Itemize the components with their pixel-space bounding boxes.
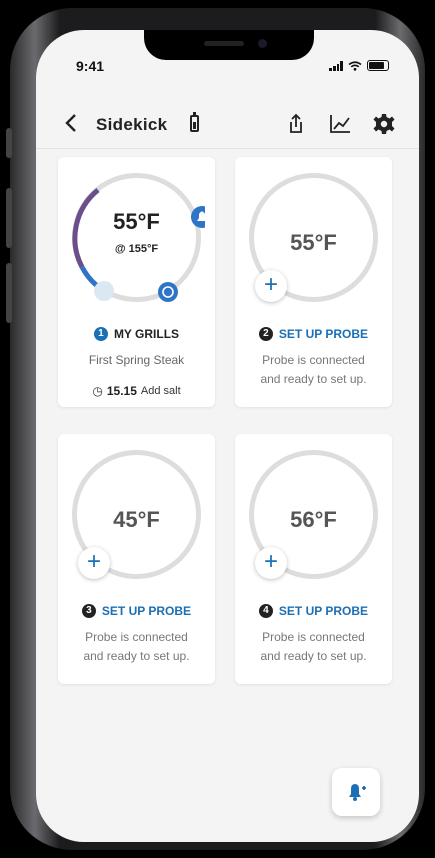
volume-down-button — [6, 263, 12, 323]
timer-note: Add salt — [140, 385, 181, 397]
timer-value: 15.15 — [106, 384, 137, 398]
probe-title-2: 2 SET UP PROBE — [235, 327, 392, 341]
set-up-probe-link[interactable]: SET UP PROBE — [102, 604, 191, 618]
description-line: Probe is connected — [85, 630, 188, 644]
set-up-probe-link[interactable]: SET UP PROBE — [279, 604, 368, 618]
current-temperature: 55°F — [113, 209, 160, 234]
description-line: Probe is connected — [262, 630, 365, 644]
status-icons — [329, 60, 389, 71]
screen: 9:41 Sidekick 55°F @ 155°F 1 MY GRILLS F… — [36, 30, 419, 842]
add-alert-button[interactable] — [332, 768, 380, 816]
mute-switch — [6, 128, 12, 158]
current-temperature: 55°F — [290, 230, 337, 255]
probe-description: Probe is connected and ready to set up. — [235, 628, 392, 666]
probe-title-4: 4 SET UP PROBE — [235, 604, 392, 618]
share-icon[interactable] — [282, 110, 310, 138]
probe-card-4[interactable]: 56°F + 4 SET UP PROBE Probe is connected… — [235, 434, 392, 684]
probe-description: Probe is connected and ready to set up. — [235, 351, 392, 389]
back-icon[interactable] — [64, 112, 78, 140]
description-line: and ready to set up. — [83, 649, 190, 663]
probe-number: 4 — [258, 604, 273, 618]
status-time: 9:41 — [76, 58, 105, 74]
probe-card-1[interactable]: 55°F @ 155°F 1 MY GRILLS First Spring St… — [58, 157, 215, 407]
timer-icon: ◷ — [92, 384, 103, 398]
current-temperature: 45°F — [113, 507, 160, 532]
app-header: Sidekick — [36, 106, 419, 146]
cook-name: First Spring Steak — [88, 353, 185, 367]
probe-number: 1 — [93, 327, 108, 341]
add-probe-icon[interactable]: + — [255, 270, 287, 302]
description-line: Probe is connected — [262, 353, 365, 367]
add-probe-icon[interactable]: + — [255, 547, 287, 579]
probe-title-1: 1 MY GRILLS — [58, 327, 215, 341]
page-title: Sidekick — [96, 115, 168, 134]
probe-title-3: 3 SET UP PROBE — [58, 604, 215, 618]
temperature-ring — [72, 173, 205, 302]
gear-icon[interactable] — [370, 110, 398, 138]
set-up-probe-link[interactable]: SET UP PROBE — [279, 327, 368, 341]
probe-card-3[interactable]: 45°F + 3 SET UP PROBE Probe is connected… — [58, 434, 215, 684]
probe-description: Probe is connected and ready to set up. — [58, 628, 215, 666]
header-divider — [36, 148, 419, 149]
timer-row: ◷ 15.15 Add salt — [58, 384, 215, 398]
description-line: and ready to set up. — [260, 372, 367, 386]
battery-icon — [190, 112, 199, 132]
probe-card-2[interactable]: 55°F + 2 SET UP PROBE Probe is connected… — [235, 157, 392, 407]
notch — [144, 30, 314, 60]
signal-icon — [329, 60, 343, 71]
add-probe-icon[interactable]: + — [78, 547, 110, 579]
probe-number: 3 — [81, 604, 96, 618]
probe-number: 2 — [258, 327, 273, 341]
status-battery-icon — [367, 60, 389, 71]
volume-up-button — [6, 188, 12, 248]
probe-label: MY GRILLS — [113, 327, 180, 341]
description-line: and ready to set up. — [260, 649, 367, 663]
current-temperature: 56°F — [290, 507, 337, 532]
chart-icon[interactable] — [326, 110, 354, 138]
wifi-icon — [348, 60, 362, 71]
target-temperature: @ 155°F — [114, 243, 159, 255]
add-alert-icon — [349, 784, 366, 801]
